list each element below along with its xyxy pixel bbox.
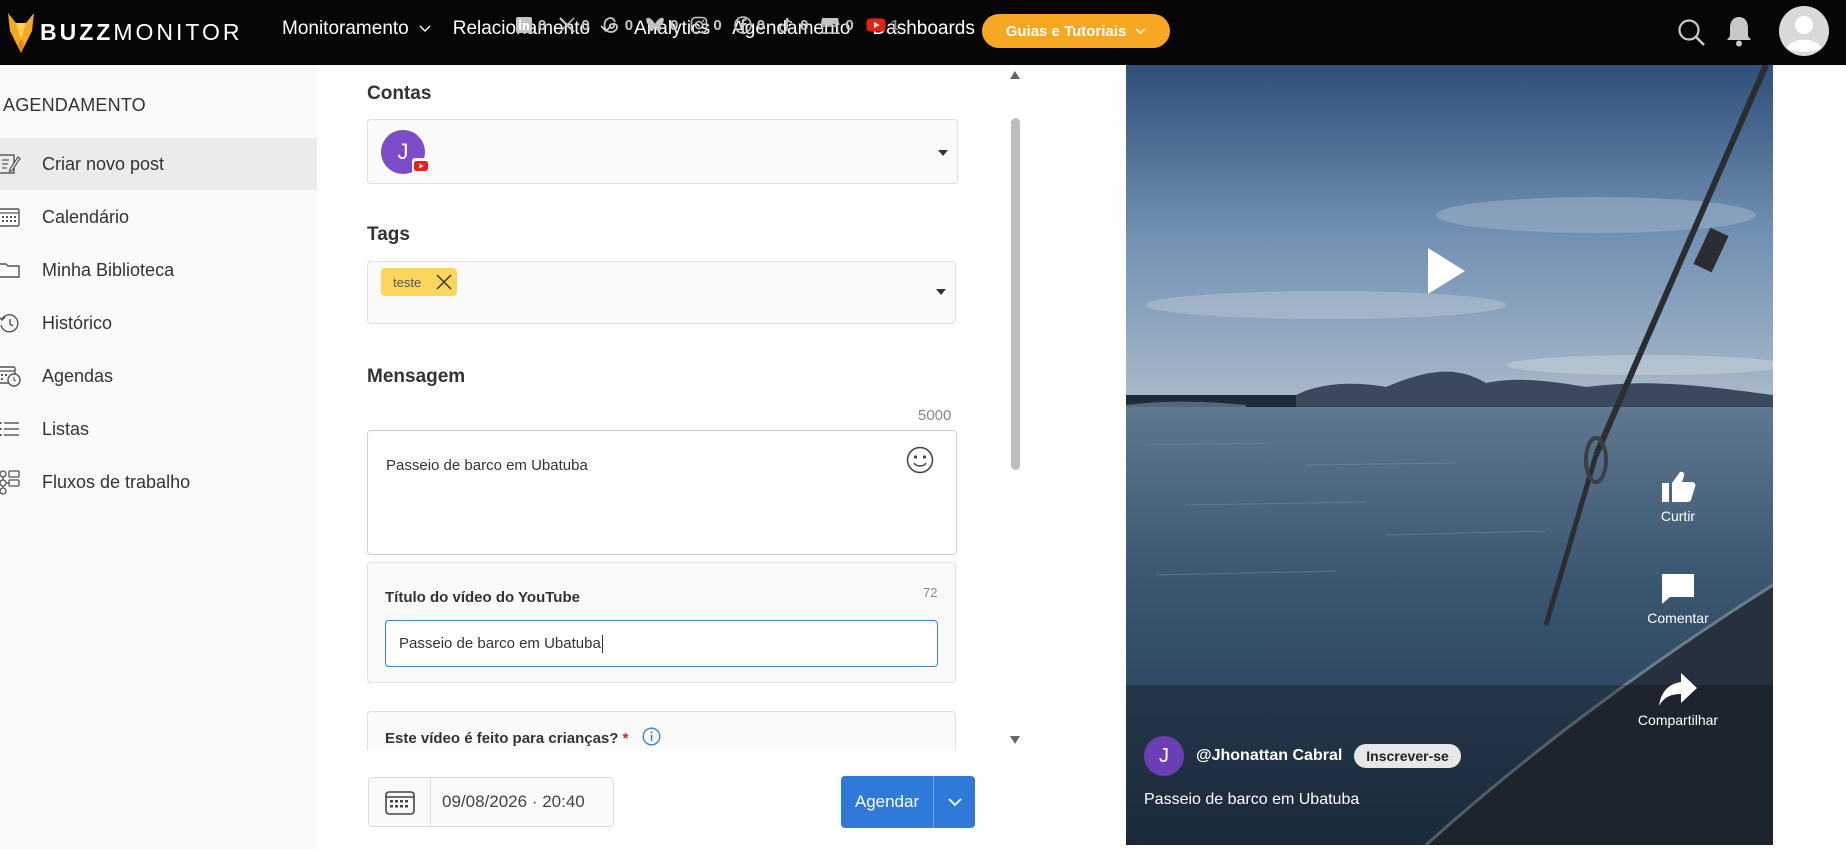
threads-count[interactable]: 0: [602, 16, 633, 34]
message-text: Passeio de barco em Ubatuba: [386, 457, 588, 474]
video-title: Passeio de barco em Ubatuba: [1144, 791, 1360, 808]
threads-icon: [603, 17, 618, 33]
tag-chip: teste: [381, 268, 458, 296]
youtube-title-counter: 72: [923, 585, 938, 600]
remove-tag-icon[interactable]: [431, 268, 457, 296]
info-icon[interactable]: [642, 727, 661, 746]
user-avatar[interactable]: [1779, 6, 1829, 61]
mensagem-label: Mensagem: [367, 366, 466, 387]
like-label: Curtir: [1660, 508, 1696, 524]
list-icon: [0, 422, 19, 436]
tags-label: Tags: [367, 224, 410, 245]
bell-icon[interactable]: [1724, 14, 1754, 53]
tiktok-icon: [779, 17, 793, 33]
like-action[interactable]: Curtir: [1623, 469, 1733, 524]
sidebar-heading: AGENDAMENTO: [3, 95, 146, 115]
sidebar-item-label: Listas: [42, 418, 90, 439]
instagram-icon: [691, 16, 708, 34]
bluesky-count[interactable]: 0: [645, 16, 678, 34]
sidebar-item-historico[interactable]: Histórico: [0, 297, 317, 349]
agendar-options-chevron-icon[interactable]: [933, 776, 975, 828]
youtube-shorts-preview[interactable]: Curtir Comentar Compartilhar J @Jhonatta…: [1126, 65, 1773, 845]
comment-action[interactable]: Comentar: [1623, 571, 1733, 626]
edit-icon: [0, 154, 21, 174]
search-icon[interactable]: [1677, 18, 1707, 53]
sidebar-item-calendario[interactable]: Calendário: [0, 191, 317, 243]
scroll-up-arrow-icon[interactable]: [1009, 70, 1021, 80]
sidebar-item-label: Fluxos de trabalho: [42, 471, 191, 492]
google-business-icon: [821, 18, 840, 34]
scrollbar-thumb[interactable]: [1011, 118, 1020, 470]
calendar-clock-icon: [0, 366, 21, 387]
top-navbar: BUZZMONITOR Monitoramento Relacionamento…: [0, 0, 1846, 65]
message-textarea[interactable]: Passeio de barco em Ubatuba: [367, 430, 957, 555]
caret-down-icon: [938, 150, 948, 156]
account-network-counts: 0 0 0 0 0 0 0 0 1: [515, 16, 911, 34]
sidebar-item-label: Minha Biblioteca: [42, 259, 175, 280]
tiktok-count[interactable]: 0: [777, 16, 808, 34]
history-icon: [0, 314, 19, 333]
video-frame: [1126, 65, 1773, 845]
bluesky-icon: [646, 17, 664, 32]
comment-label: Comentar: [1647, 610, 1709, 626]
guides-tutorials-button[interactable]: Guias e Tutoriais: [982, 14, 1170, 48]
youtube-badge-icon: [412, 158, 430, 174]
contas-label: Contas: [367, 83, 432, 104]
calendar-icon: [0, 208, 20, 227]
buzzmonitor-logo[interactable]: BUZZMONITOR: [6, 8, 243, 56]
scroll-down-arrow-icon[interactable]: [1009, 735, 1021, 745]
thumbs-up-icon: [1662, 471, 1696, 502]
sidebar-item-listas[interactable]: Listas: [0, 403, 317, 455]
nav-monitoramento[interactable]: Monitoramento: [282, 18, 431, 40]
youtube-icon: [866, 18, 886, 32]
youtube-title-label: Título do vídeo do YouTube: [385, 589, 580, 606]
sidebar-item-label: Histórico: [42, 312, 113, 333]
chevron-down-icon: [419, 25, 431, 32]
facebook-icon: [733, 16, 752, 34]
message-char-counter: 5000: [918, 407, 952, 424]
youtube-title-input[interactable]: Passeio de barco em Ubatuba: [385, 620, 938, 667]
facebook-count[interactable]: 0: [733, 16, 765, 34]
agendar-button[interactable]: Agendar: [841, 792, 933, 812]
account-selector[interactable]: J: [367, 119, 958, 184]
x-count[interactable]: 0: [558, 16, 590, 34]
instagram-count[interactable]: 0: [690, 16, 722, 34]
calendar-picker-icon[interactable]: [369, 778, 431, 826]
sidebar-item-label: Calendário: [42, 206, 130, 227]
channel-info: J @Jhonattan Cabral Inscrever-se: [1144, 736, 1461, 776]
subscribe-button[interactable]: Inscrever-se: [1354, 744, 1461, 768]
linkedin-count[interactable]: 0: [515, 16, 546, 34]
workflow-icon: [0, 470, 20, 495]
logo-text: BUZZMONITOR: [40, 18, 243, 45]
tag-label: teste: [393, 274, 422, 290]
share-icon: [1659, 673, 1697, 706]
share-action[interactable]: Compartilhar: [1623, 671, 1733, 728]
comment-icon: [1662, 574, 1694, 604]
agendar-split-button: Agendar: [841, 776, 975, 828]
fox-logo-icon: [8, 13, 34, 53]
sidebar-item-criar-novo-post[interactable]: Criar novo post: [0, 138, 317, 190]
google-business-count[interactable]: 0: [820, 16, 854, 34]
kids-content-label: Este vídeo é feito para crianças? *: [385, 730, 629, 747]
play-icon[interactable]: [1425, 246, 1467, 296]
datetime-value: 09/08/2026 · 20:40: [442, 792, 585, 811]
sidebar-item-label: Agendas: [42, 365, 114, 386]
share-label: Compartilhar: [1637, 712, 1719, 728]
x-twitter-icon: [559, 17, 576, 33]
sidebar-item-minha-biblioteca[interactable]: Minha Biblioteca: [0, 244, 317, 296]
chevron-down-icon: [1135, 27, 1146, 34]
datetime-picker[interactable]: 09/08/2026 · 20:40: [368, 777, 614, 827]
sidebar: AGENDAMENTO Criar novo post Calendário M…: [0, 65, 317, 849]
channel-name[interactable]: @Jhonattan Cabral: [1196, 747, 1342, 765]
linkedin-icon: [516, 17, 532, 33]
folder-icon: [0, 263, 20, 278]
sidebar-item-label: Criar novo post: [42, 153, 165, 174]
sidebar-item-fluxos-de-trabalho[interactable]: Fluxos de trabalho: [0, 456, 317, 508]
youtube-count[interactable]: 1: [866, 17, 899, 34]
emoji-picker-icon[interactable]: [906, 446, 934, 474]
caret-down-icon: [936, 289, 946, 295]
sidebar-item-agendas[interactable]: Agendas: [0, 350, 317, 402]
channel-avatar[interactable]: J: [1144, 736, 1184, 776]
tags-selector[interactable]: teste: [367, 261, 956, 324]
